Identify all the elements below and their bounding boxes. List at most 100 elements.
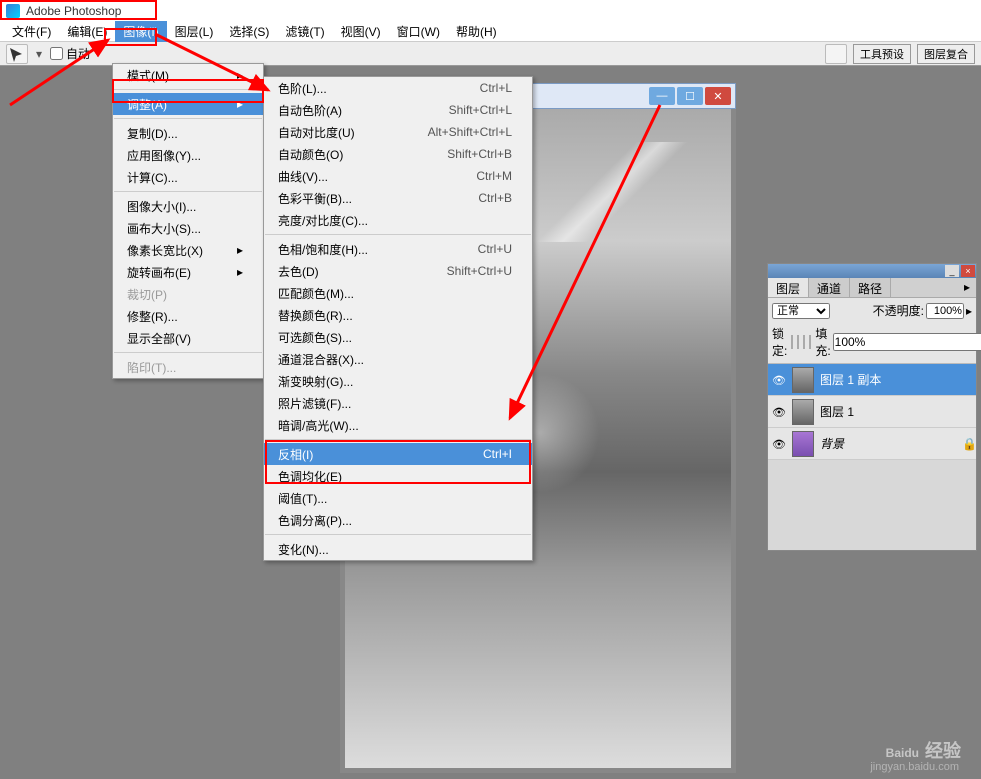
menu-layer[interactable]: 图层(L) [167, 21, 222, 42]
menu-item-label: 自动颜色(O) [278, 146, 427, 163]
lock-fill-row: 锁定: 填充: ▸ [768, 323, 976, 364]
palette-icon[interactable] [825, 44, 847, 64]
app-title: Adobe Photoshop [26, 4, 121, 18]
adjust-item[interactable]: 自动色阶(A)Shift+Ctrl+L [264, 99, 532, 121]
adjust-item[interactable]: 照片滤镜(F)... [264, 392, 532, 414]
blend-opacity-row: 正常 不透明度: ▸ [768, 298, 976, 323]
layer-row[interactable]: 背景🔒 [768, 428, 976, 460]
menu-item-label: 色彩平衡(B)... [278, 190, 458, 207]
menu-help[interactable]: 帮助(H) [448, 21, 505, 42]
adjust-item[interactable]: 色调均化(E) [264, 465, 532, 487]
adjust-item[interactable]: 可选颜色(S)... [264, 326, 532, 348]
menu-image-size[interactable]: 图像大小(I)... [113, 195, 263, 217]
adjust-item[interactable]: 色调分离(P)... [264, 509, 532, 531]
fill-input[interactable] [833, 333, 981, 351]
tool-icon[interactable] [6, 44, 28, 64]
opacity-arrow-icon[interactable]: ▸ [966, 304, 972, 318]
close-button[interactable]: ✕ [705, 87, 731, 105]
minimize-button[interactable]: — [649, 87, 675, 105]
menu-view[interactable]: 视图(V) [333, 21, 389, 42]
lock-all-icon[interactable] [809, 335, 811, 349]
layer-thumbnail[interactable] [792, 431, 814, 457]
menu-item-label: 变化(N)... [278, 541, 492, 558]
menu-item-label: 渐变映射(G)... [278, 373, 492, 390]
adjust-item[interactable]: 自动对比度(U)Alt+Shift+Ctrl+L [264, 121, 532, 143]
menu-select[interactable]: 选择(S) [221, 21, 277, 42]
layer-row[interactable]: 图层 1 [768, 396, 976, 428]
adjust-item[interactable]: 亮度/对比度(C)... [264, 209, 532, 231]
menu-item-shortcut: Ctrl+B [478, 191, 512, 205]
layer-row[interactable]: 图层 1 副本 [768, 364, 976, 396]
menu-item-shortcut: Ctrl+M [476, 169, 512, 183]
adjust-item[interactable]: 色相/饱和度(H)...Ctrl+U [264, 238, 532, 260]
menu-item-shortcut: Ctrl+I [483, 447, 512, 461]
tab-channels[interactable]: 通道 [809, 278, 850, 297]
menu-mode[interactable]: 模式(M)▸ [113, 64, 263, 86]
layer-thumbnail[interactable] [792, 399, 814, 425]
adjust-item[interactable]: 去色(D)Shift+Ctrl+U [264, 260, 532, 282]
blend-mode-select[interactable]: 正常 [772, 303, 830, 319]
layer-name: 背景 [820, 435, 956, 452]
adjust-item[interactable]: 反相(I)Ctrl+I [264, 443, 532, 465]
menu-item-label: 自动色阶(A) [278, 102, 429, 119]
adjust-item[interactable]: 通道混合器(X)... [264, 348, 532, 370]
visibility-eye-icon[interactable] [772, 373, 786, 387]
menu-canvas-size[interactable]: 画布大小(S)... [113, 217, 263, 239]
submenu-arrow-icon: ▸ [237, 265, 243, 279]
tool-preset-tab[interactable]: 工具预设 [853, 44, 911, 64]
opacity-input[interactable] [926, 303, 964, 319]
menu-adjustments[interactable]: 调整(A)▸ [113, 93, 263, 115]
lock-transparency-icon[interactable] [791, 335, 793, 349]
menu-item-label: 色阶(L)... [278, 80, 460, 97]
panel-minimize-icon[interactable]: _ [945, 265, 959, 277]
menu-item-shortcut: Alt+Shift+Ctrl+L [428, 125, 512, 139]
menu-file[interactable]: 文件(F) [4, 21, 59, 42]
menu-pixel-aspect[interactable]: 像素长宽比(X)▸ [113, 239, 263, 261]
visibility-eye-icon[interactable] [772, 405, 786, 419]
menu-rotate-canvas[interactable]: 旋转画布(E)▸ [113, 261, 263, 283]
menu-apply-image[interactable]: 应用图像(Y)... [113, 144, 263, 166]
auto-checkbox[interactable]: 自动 [50, 45, 90, 62]
menu-item-label: 色相/饱和度(H)... [278, 241, 458, 258]
menu-trim[interactable]: 修整(R)... [113, 305, 263, 327]
panel-titlebar[interactable]: _ × [768, 264, 976, 278]
menu-calculations[interactable]: 计算(C)... [113, 166, 263, 188]
adjust-item[interactable]: 匹配颜色(M)... [264, 282, 532, 304]
menu-item-label: 暗调/高光(W)... [278, 417, 492, 434]
panel-menu-icon[interactable]: ▸ [958, 278, 976, 297]
adjustments-menu: 色阶(L)...Ctrl+L自动色阶(A)Shift+Ctrl+L自动对比度(U… [263, 76, 533, 561]
menu-item-label: 可选颜色(S)... [278, 329, 492, 346]
lock-pixels-icon[interactable] [797, 335, 799, 349]
photoshop-icon [6, 4, 20, 18]
menu-image[interactable]: 图像(I) [115, 21, 166, 42]
menu-reveal-all[interactable]: 显示全部(V) [113, 327, 263, 349]
tab-layers[interactable]: 图层 [768, 278, 809, 297]
layer-name: 图层 1 [820, 403, 972, 420]
adjust-item[interactable]: 暗调/高光(W)... [264, 414, 532, 436]
adjust-item[interactable]: 色阶(L)...Ctrl+L [264, 77, 532, 99]
tab-paths[interactable]: 路径 [850, 278, 891, 297]
layer-comps-tab[interactable]: 图层复合 [917, 44, 975, 64]
lock-position-icon[interactable] [803, 335, 805, 349]
menu-crop: 裁切(P) [113, 283, 263, 305]
maximize-button[interactable]: ☐ [677, 87, 703, 105]
menu-window[interactable]: 窗口(W) [389, 21, 448, 42]
adjust-item[interactable]: 替换颜色(R)... [264, 304, 532, 326]
menu-item-label: 色调分离(P)... [278, 512, 492, 529]
menu-item-label: 通道混合器(X)... [278, 351, 492, 368]
menu-duplicate[interactable]: 复制(D)... [113, 122, 263, 144]
adjust-item[interactable]: 渐变映射(G)... [264, 370, 532, 392]
adjust-item[interactable]: 阈值(T)... [264, 487, 532, 509]
visibility-eye-icon[interactable] [772, 437, 786, 451]
layer-name: 图层 1 副本 [820, 371, 972, 388]
menu-filter[interactable]: 滤镜(T) [277, 21, 332, 42]
adjust-item[interactable]: 变化(N)... [264, 538, 532, 560]
layer-thumbnail[interactable] [792, 367, 814, 393]
menu-edit[interactable]: 编辑(E) [59, 21, 115, 42]
menu-item-label: 去色(D) [278, 263, 427, 280]
adjust-item[interactable]: 自动颜色(O)Shift+Ctrl+B [264, 143, 532, 165]
adjust-item[interactable]: 曲线(V)...Ctrl+M [264, 165, 532, 187]
panel-close-icon[interactable]: × [961, 265, 975, 277]
adjust-item[interactable]: 色彩平衡(B)... Ctrl+B [264, 187, 532, 209]
fill-label: 填充: [815, 325, 830, 359]
